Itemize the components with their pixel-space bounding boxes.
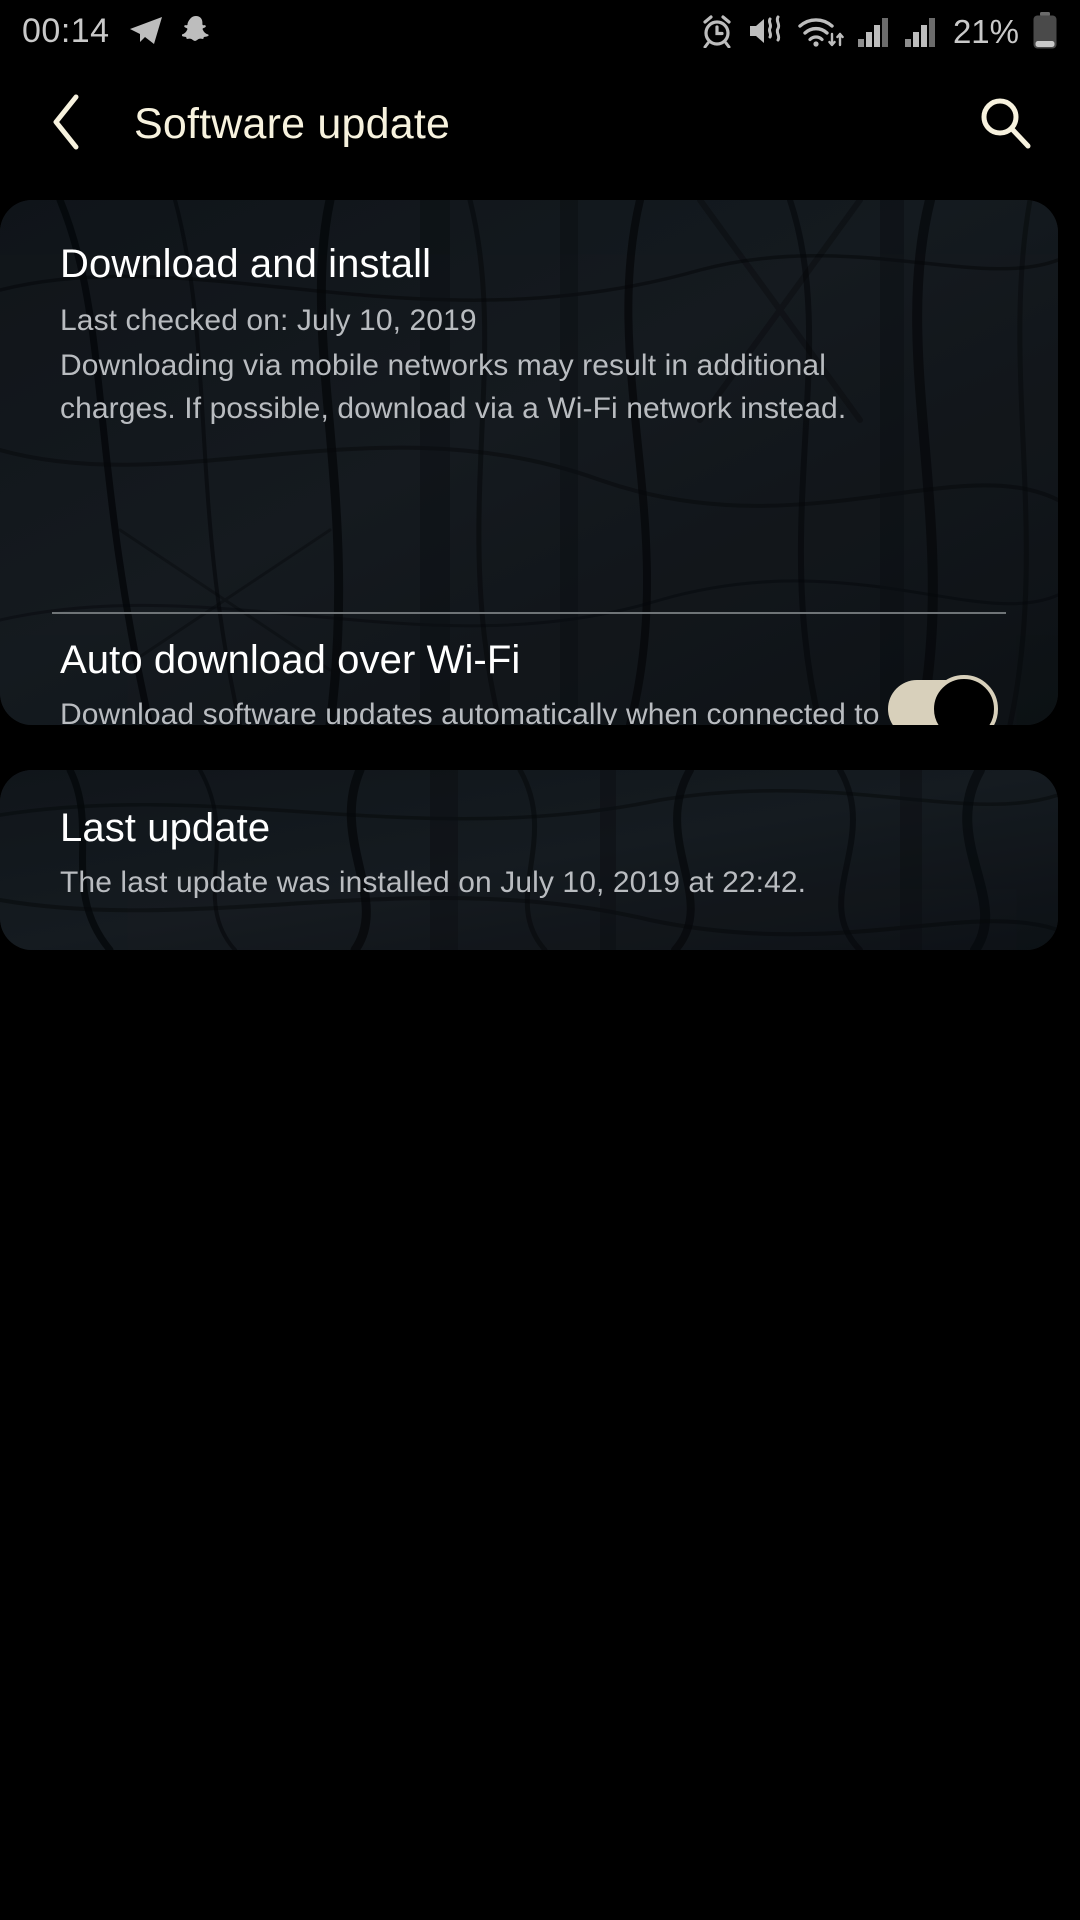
status-clock: 00:14 [22, 12, 110, 50]
auto-download-toggle[interactable] [888, 675, 998, 725]
last-checked-text: Last checked on: July 10, 2019 [60, 304, 477, 337]
card-last-update: Last update The last update was installe… [0, 770, 1058, 950]
auto-download-text: Auto download over Wi-Fi Download softwa… [60, 638, 888, 725]
signal-bars-sim1-icon [857, 15, 891, 47]
wifi-icon [798, 14, 844, 48]
download-description: Downloading via mobile networks may resu… [60, 348, 847, 425]
last-update-content: Last update The last update was installe… [0, 770, 1058, 905]
search-button[interactable] [972, 92, 1038, 158]
telegram-icon [128, 14, 164, 48]
card-divider [52, 612, 1006, 614]
download-and-install-title: Download and install [60, 242, 432, 286]
auto-download-description: Download software updates automatically … [60, 698, 880, 725]
last-update-title: Last update [60, 806, 271, 850]
card-download-content: Download and install Last checked on: Ju… [0, 200, 1058, 475]
search-icon [975, 92, 1035, 157]
toggle-knob [930, 675, 998, 725]
auto-download-title: Auto download over Wi-Fi [60, 638, 521, 682]
download-and-install-row[interactable]: Download and install Last checked on: Ju… [0, 200, 1058, 431]
back-arrow-icon [50, 93, 84, 156]
battery-percent-label: 21% [952, 12, 1019, 50]
back-button[interactable] [50, 90, 108, 160]
mute-vibrate-icon [747, 14, 785, 48]
auto-download-row[interactable]: Auto download over Wi-Fi Download softwa… [0, 638, 1058, 725]
alarm-icon [700, 14, 734, 48]
battery-icon [1032, 12, 1058, 50]
status-bar-right: 21% [700, 12, 1058, 50]
snapchat-icon [181, 14, 210, 48]
last-update-description: The last update was installed on July 10… [60, 866, 807, 899]
status-bar: 00:14 21% [0, 0, 1080, 62]
signal-bars-sim2-icon [904, 15, 938, 47]
card-download-and-install: Download and install Last checked on: Ju… [0, 200, 1058, 725]
status-bar-left: 00:14 [22, 14, 210, 48]
page-title: Software update [134, 100, 451, 148]
app-bar: Software update [0, 62, 1080, 187]
